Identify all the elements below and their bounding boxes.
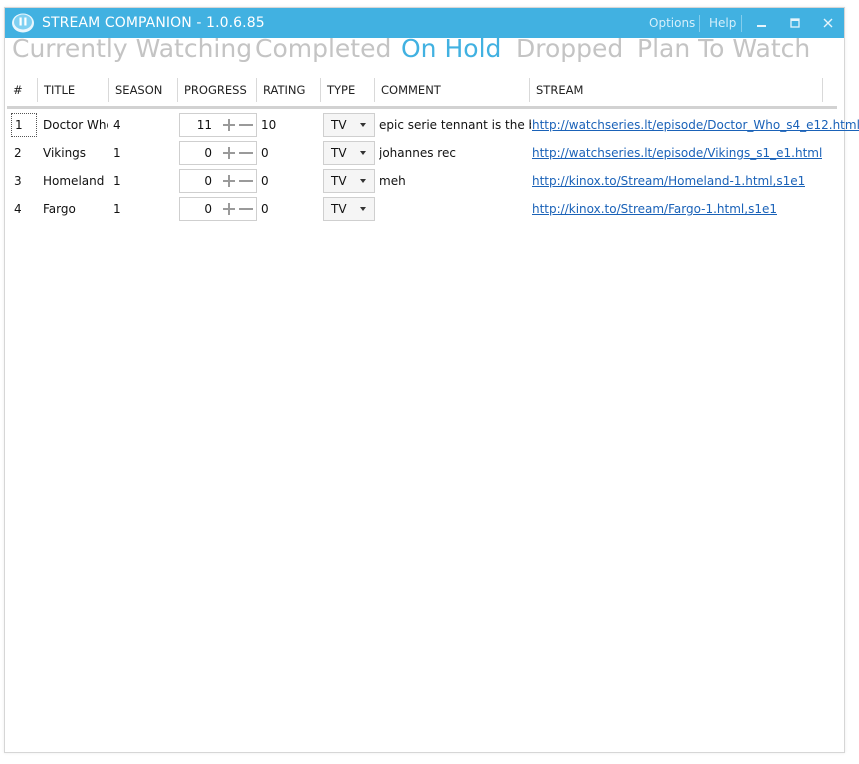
plus-icon[interactable]	[221, 201, 237, 217]
row-season: 4	[113, 118, 121, 132]
tab-completed[interactable]: Completed	[255, 34, 391, 63]
progress-stepper[interactable]: 11	[179, 113, 257, 137]
titlebar-separator	[699, 15, 700, 32]
chevron-down-icon	[360, 207, 366, 211]
minimize-icon	[757, 25, 766, 27]
progress-value[interactable]: 0	[204, 170, 212, 192]
table-row[interactable]: 1 Doctor Who 4 11 10 TV epic serie tenna…	[7, 111, 859, 139]
progress-value[interactable]: 0	[204, 142, 212, 164]
column-header-comment[interactable]: COMMENT	[375, 78, 530, 102]
chevron-down-icon	[360, 179, 366, 183]
column-header-type[interactable]: TYPE	[321, 78, 375, 102]
minus-icon[interactable]	[238, 173, 254, 189]
stream-link[interactable]: http://watchseries.lt/episode/Doctor_Who…	[532, 111, 859, 139]
type-value: TV	[331, 146, 347, 160]
titlebar-separator	[741, 15, 742, 32]
progress-value[interactable]: 11	[197, 114, 212, 136]
chevron-down-icon	[360, 123, 366, 127]
type-value: TV	[331, 118, 347, 132]
row-season: 1	[113, 146, 121, 160]
tab-on-hold[interactable]: On Hold	[401, 34, 501, 63]
row-season: 1	[113, 202, 121, 216]
row-number: 4	[14, 202, 22, 216]
row-rating[interactable]: 0	[261, 139, 269, 167]
row-title: Fargo	[43, 202, 76, 216]
tab-plan-to-watch[interactable]: Plan To Watch	[637, 34, 810, 63]
row-rating[interactable]: 10	[261, 111, 276, 139]
type-dropdown[interactable]: TV	[323, 141, 375, 165]
row-number: 2	[14, 146, 22, 160]
type-dropdown[interactable]: TV	[323, 169, 375, 193]
row-comment[interactable]: epic serie tennant is the best	[379, 111, 531, 139]
close-button[interactable]	[817, 13, 839, 33]
chevron-down-icon	[360, 151, 366, 155]
column-header-title[interactable]: TITLE	[38, 78, 109, 102]
row-rating[interactable]: 0	[261, 167, 269, 195]
tab-dropped[interactable]: Dropped	[516, 34, 623, 63]
plus-icon[interactable]	[221, 117, 237, 133]
column-header-rating[interactable]: RATING	[257, 78, 321, 102]
pause-bubble-icon	[12, 13, 34, 33]
row-title: Homeland	[43, 174, 105, 188]
plus-icon[interactable]	[221, 145, 237, 161]
close-icon	[823, 18, 833, 28]
progress-stepper[interactable]: 0	[179, 197, 257, 221]
maximize-button[interactable]	[784, 13, 806, 33]
app-title: STREAM COMPANION - 1.0.6.85	[42, 15, 265, 31]
stream-link[interactable]: http://kinox.to/Stream/Fargo-1.html,s1e1	[532, 195, 777, 223]
options-menu[interactable]: Options	[649, 16, 695, 30]
row-number: 1	[15, 118, 23, 132]
maximize-icon	[790, 18, 800, 28]
minus-icon[interactable]	[238, 201, 254, 217]
column-header-number[interactable]: #	[7, 78, 38, 102]
row-number: 3	[14, 174, 22, 188]
help-menu[interactable]: Help	[709, 16, 736, 30]
plus-icon[interactable]	[221, 173, 237, 189]
type-dropdown[interactable]: TV	[323, 113, 375, 137]
column-header-progress[interactable]: PROGRESS	[178, 78, 257, 102]
table-row[interactable]: 3 Homeland 1 0 0 TV meh http://kinox.to/…	[7, 167, 833, 195]
row-season: 1	[113, 174, 121, 188]
row-title: Doctor Who	[43, 118, 108, 132]
row-comment[interactable]: meh	[379, 167, 531, 195]
minus-icon[interactable]	[238, 117, 254, 133]
minus-icon[interactable]	[238, 145, 254, 161]
row-rating[interactable]: 0	[261, 195, 269, 223]
stream-link[interactable]: http://kinox.to/Stream/Homeland-1.html,s…	[532, 167, 805, 195]
progress-stepper[interactable]: 0	[179, 169, 257, 193]
tab-currently-watching[interactable]: Currently Watching	[12, 34, 252, 63]
type-dropdown[interactable]: TV	[323, 197, 375, 221]
column-header-season[interactable]: SEASON	[109, 78, 178, 102]
minimize-button[interactable]	[750, 13, 772, 33]
table-row[interactable]: 2 Vikings 1 0 0 TV johannes rec http://w…	[7, 139, 833, 167]
progress-value[interactable]: 0	[204, 198, 212, 220]
table-header: # TITLE SEASON PROGRESS RATING TYPE COMM…	[7, 78, 833, 102]
type-value: TV	[331, 202, 347, 216]
row-comment[interactable]	[379, 195, 531, 223]
table-row[interactable]: 4 Fargo 1 0 0 TV http://kinox.to/Stream/…	[7, 195, 833, 223]
progress-stepper[interactable]: 0	[179, 141, 257, 165]
row-comment[interactable]: johannes rec	[379, 139, 531, 167]
row-title: Vikings	[43, 146, 87, 160]
header-divider	[7, 106, 837, 109]
column-header-stream[interactable]: STREAM	[530, 78, 823, 102]
stream-link[interactable]: http://watchseries.lt/episode/Vikings_s1…	[532, 139, 822, 167]
type-value: TV	[331, 174, 347, 188]
